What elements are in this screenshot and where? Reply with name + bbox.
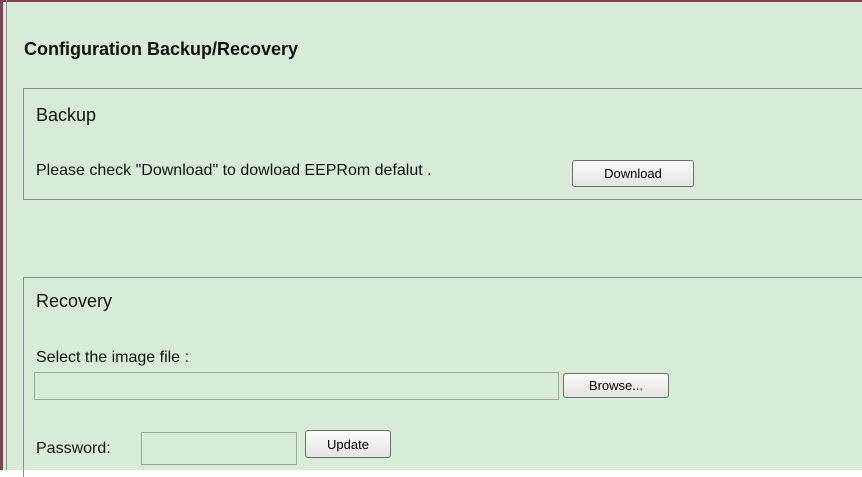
backup-panel: Backup Please check "Download" to dowloa…: [23, 88, 862, 200]
page-title: Configuration Backup/Recovery: [24, 39, 299, 59]
left-border-inner: [6, 0, 7, 470]
browse-button[interactable]: Browse...: [563, 373, 669, 398]
recovery-heading: Recovery: [36, 291, 113, 311]
download-button[interactable]: Download: [572, 160, 694, 187]
password-field[interactable]: [141, 432, 297, 465]
password-label: Password:: [36, 440, 111, 457]
config-page: Configuration Backup/Recovery Backup Ple…: [0, 0, 862, 477]
image-file-label: Select the image file :: [36, 349, 189, 366]
update-button[interactable]: Update: [305, 430, 391, 458]
image-file-input[interactable]: [34, 372, 559, 400]
backup-heading: Backup: [36, 105, 97, 125]
backup-instruction: Please check "Download" to dowload EEPRo…: [36, 162, 432, 179]
left-border: [0, 0, 3, 470]
top-border: [0, 0, 862, 2]
recovery-panel: Recovery Select the image file : Browse.…: [23, 277, 862, 477]
